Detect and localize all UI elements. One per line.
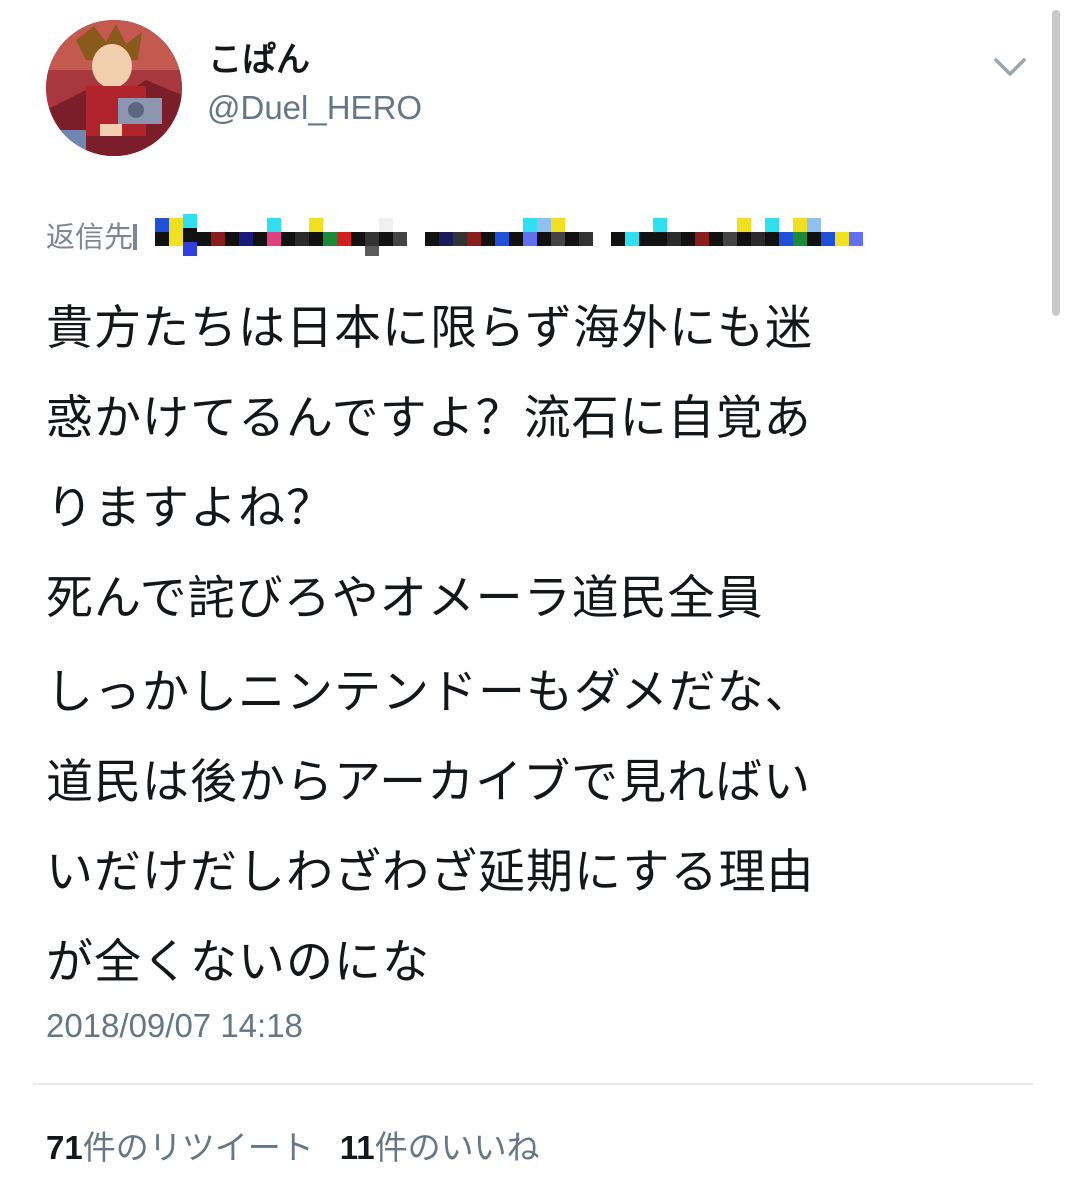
- tweet-timestamp[interactable]: 2018/09/07 14:18: [46, 1004, 303, 1048]
- tweet-detail: こぱん @Duel_HERO 返信先 貴方たちは日本に限らず海外にも迷 惑かけて…: [0, 0, 1068, 1200]
- divider: [33, 1083, 1033, 1085]
- tweet-text-paragraph-1: 貴方たちは日本に限らず海外にも迷 惑かけてるんですよ？流石に自覚あ りますよね？…: [46, 301, 814, 626]
- likes-count: 11: [339, 1129, 375, 1166]
- tweet-text-paragraph-2: しっかしニンテンドーもダメだな、 道民は後からアーカイブで見ればい いだけだしわ…: [46, 665, 815, 990]
- likes-label: 件のいいね: [374, 1128, 540, 1167]
- reply-to-cutoff: [133, 224, 147, 250]
- author-display-name[interactable]: こぱん: [208, 38, 310, 82]
- reply-to-row: 返信先: [46, 212, 901, 262]
- character-avatar-icon[interactable]: [46, 20, 182, 156]
- censored-mentions-mosaic[interactable]: [155, 214, 901, 260]
- tweet-stats: 71 件のリツイート 11 件のいいね: [46, 1124, 540, 1172]
- retweets-stat[interactable]: 71 件のリツイート: [46, 1124, 314, 1172]
- retweets-label: 件のリツイート: [82, 1128, 314, 1167]
- likes-stat[interactable]: 11 件のいいね: [340, 1124, 540, 1172]
- retweets-count: 71: [46, 1129, 83, 1166]
- author-handle[interactable]: @Duel_HERO: [207, 86, 422, 130]
- scrollbar[interactable]: [1052, 10, 1060, 316]
- chevron-down-icon[interactable]: [988, 46, 1032, 86]
- reply-to-label: 返信先: [46, 220, 134, 254]
